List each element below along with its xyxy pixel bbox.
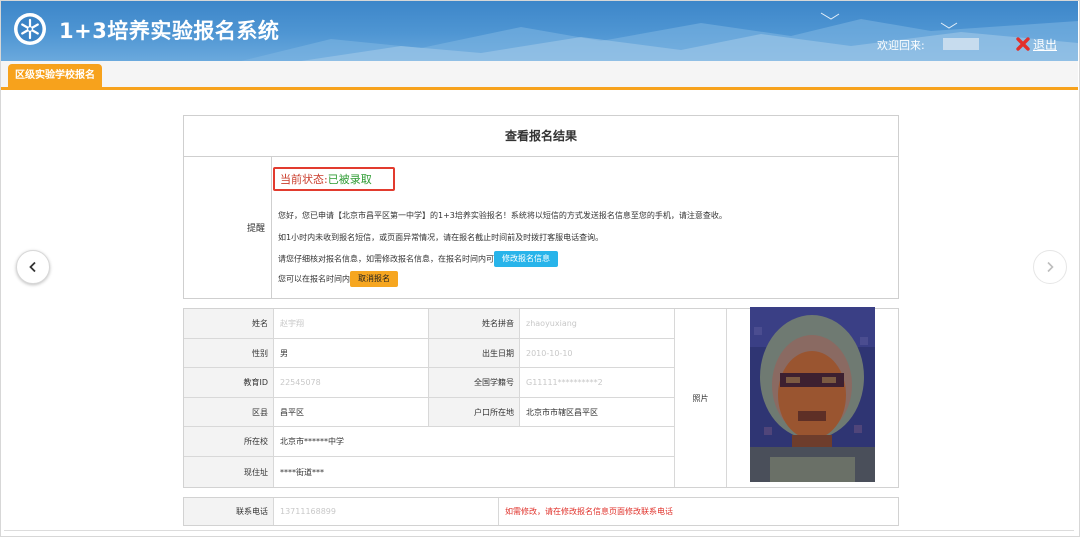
gender-label: 性别 bbox=[184, 339, 274, 368]
edu-id-label: 教育ID bbox=[184, 368, 274, 398]
logout-button[interactable]: 退出 bbox=[1016, 35, 1057, 53]
student-photo bbox=[750, 307, 875, 482]
contact-row: 联系电话 13711168899 如需修改，请在修改报名信息页面修改联系电话 bbox=[183, 497, 899, 526]
remind-line-3-text: 请您仔细核对报名信息，如需修改报名信息，在报名时间内可 bbox=[278, 254, 494, 264]
address-value: ****街道*** bbox=[274, 457, 675, 487]
phone-edit-note: 如需修改，请在修改报名信息页面修改联系电话 bbox=[505, 507, 673, 516]
remind-label: 提醒 bbox=[184, 157, 272, 298]
phone-label: 联系电话 bbox=[184, 498, 274, 525]
cancel-signup-button[interactable]: 取消报名 bbox=[350, 271, 398, 287]
status-value: 已被录取 bbox=[327, 173, 372, 186]
student-no-label: 全国学籍号 bbox=[429, 368, 520, 398]
district-value: 昌平区 bbox=[274, 398, 429, 427]
red-x-icon bbox=[1016, 37, 1030, 51]
hukou-value: 北京市市辖区昌平区 bbox=[520, 398, 675, 427]
edit-signup-button[interactable]: 修改报名信息 bbox=[494, 251, 558, 267]
tab-district-school-signup[interactable]: 区级实验学校报名 bbox=[8, 64, 102, 87]
district-label: 区县 bbox=[184, 398, 274, 427]
carousel-next-button[interactable] bbox=[1033, 250, 1067, 284]
remind-line-3: 请您仔细核对报名信息，如需修改报名信息，在报名时间内可 修改报名信息 bbox=[278, 251, 558, 267]
school-value: 北京市******中学 bbox=[274, 427, 675, 457]
chevron-left-icon bbox=[29, 261, 36, 273]
remind-line-4-text: 您可以在报名时间内 bbox=[278, 274, 350, 284]
pinyin-label: 姓名拼音 bbox=[429, 309, 520, 339]
welcome-text: 欢迎回来: bbox=[877, 39, 925, 52]
carousel-prev-button[interactable] bbox=[16, 250, 50, 284]
name-label: 姓名 bbox=[184, 309, 274, 339]
page-bottom-divider bbox=[4, 530, 1074, 531]
student-no-value: G11111**********2 bbox=[520, 368, 675, 398]
school-label: 所在校 bbox=[184, 427, 274, 457]
student-info-table: 姓名 赵宇翔 姓名拼音 zhaoyuxiang 性别 男 出生日期 2010-1… bbox=[183, 307, 899, 488]
app-title: 1+3培养实验报名系统 bbox=[59, 19, 280, 43]
photo-label: 照片 bbox=[675, 309, 727, 487]
birth-value: 2010-10-10 bbox=[520, 339, 675, 368]
gender-value: 男 bbox=[274, 339, 429, 368]
name-value: 赵宇翔 bbox=[274, 309, 429, 339]
student-photo-image bbox=[750, 307, 875, 482]
remind-line-1: 您好，您已申请【北京市昌平区第一中学】的1+3培养实验报名！系统将以短信的方式发… bbox=[278, 211, 727, 220]
address-label: 现住址 bbox=[184, 457, 274, 487]
birth-label: 出生日期 bbox=[429, 339, 520, 368]
result-panel: 查看报名结果 提醒 当前状态: 已被录取 您好，您已申请【北京市昌平区第一中学】… bbox=[183, 115, 899, 299]
snowflake-badge-icon bbox=[14, 13, 46, 45]
chevron-right-icon bbox=[1047, 261, 1054, 273]
status-box: 当前状态: 已被录取 bbox=[273, 167, 395, 191]
logout-label: 退出 bbox=[1033, 37, 1058, 52]
hukou-label: 户口所在地 bbox=[429, 398, 520, 427]
pinyin-value: zhaoyuxiang bbox=[520, 309, 675, 339]
remind-line-2: 如1小时内未收到报名短信，或页面异常情况，请在报名截止时间前及时拨打客服电话查询… bbox=[278, 233, 604, 242]
edu-id-value: 22545078 bbox=[274, 368, 429, 398]
status-label: 当前状态: bbox=[280, 173, 328, 186]
result-title: 查看报名结果 bbox=[184, 116, 898, 157]
app-header: 1+3培养实验报名系统 欢迎回来: 退出 bbox=[1, 1, 1078, 61]
tab-bar: 区级实验学校报名 bbox=[1, 61, 1078, 90]
username-redacted bbox=[943, 38, 979, 50]
remind-line-4: 您可以在报名时间内 取消报名 bbox=[278, 271, 398, 287]
remind-body: 当前状态: 已被录取 您好，您已申请【北京市昌平区第一中学】的1+3培养实验报名… bbox=[273, 157, 898, 298]
phone-value: 13711168899 bbox=[274, 498, 499, 525]
